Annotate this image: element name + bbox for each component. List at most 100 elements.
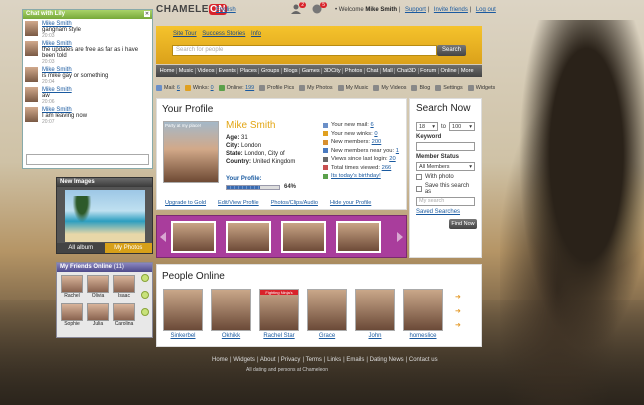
avatar[interactable] xyxy=(113,303,135,321)
age-from-select[interactable]: 18 ▾ xyxy=(416,122,438,131)
avatar[interactable] xyxy=(113,275,135,293)
site-tour-link[interactable]: Site Tour xyxy=(173,31,197,37)
nav-item-places[interactable]: Places xyxy=(238,68,260,74)
tab-my-photos[interactable]: My Photos xyxy=(104,243,152,253)
avatar[interactable] xyxy=(25,87,38,102)
saved-searches-link[interactable]: Saved Searches xyxy=(416,209,475,215)
avatar[interactable] xyxy=(61,303,83,321)
nav-item-online[interactable]: Online xyxy=(439,68,460,74)
new-winks-notice[interactable]: Your new winks: 0 xyxy=(323,130,403,139)
chat-messages[interactable]: Mike Smith gangnam style 20:03 Mike Smith t… xyxy=(23,19,152,152)
avatar[interactable] xyxy=(25,21,38,36)
nav-item-more[interactable]: More xyxy=(459,68,475,74)
my-videos-link[interactable]: My Videos xyxy=(373,85,406,91)
my-music-link[interactable]: My Music xyxy=(337,85,368,91)
friends-online-header[interactable]: My Friends Online (11) xyxy=(57,263,152,272)
avatar[interactable] xyxy=(307,289,347,331)
blog-link[interactable]: Blog xyxy=(411,85,430,91)
media-link[interactable]: Photos/Clips/Audio xyxy=(271,200,318,206)
nav-item-events[interactable]: Events xyxy=(217,68,239,74)
avatar[interactable] xyxy=(25,67,38,82)
avatar[interactable] xyxy=(61,275,83,293)
nav-item-chat3d[interactable]: Chat3D xyxy=(395,68,419,74)
featured-member-photo[interactable] xyxy=(171,220,216,253)
support-link[interactable]: Support xyxy=(405,7,426,13)
save-search-name-input[interactable]: My search xyxy=(416,197,475,206)
invite-link[interactable]: Invite friends xyxy=(434,7,468,13)
tab-all-album[interactable]: All album xyxy=(57,243,105,253)
footer-link[interactable]: Links xyxy=(327,357,341,363)
edit-profile-link[interactable]: Edit/View Profile xyxy=(218,200,259,206)
avatar[interactable] xyxy=(211,289,251,331)
featured-member-photo[interactable] xyxy=(226,220,271,253)
with-photo-checkbox[interactable]: With photo xyxy=(416,174,475,180)
new-members-notice[interactable]: New members: 200 xyxy=(323,138,403,147)
online-person[interactable]: Okhikk xyxy=(211,289,251,339)
friend-item[interactable]: Isaac xyxy=(113,275,135,300)
save-search-checkbox[interactable]: Save this search as xyxy=(416,183,475,195)
avatar[interactable] xyxy=(25,107,38,122)
success-stories-link[interactable]: Success Stories xyxy=(202,31,245,37)
avatar[interactable] xyxy=(25,41,38,56)
new-image-thumbnail[interactable] xyxy=(64,190,145,242)
avatar[interactable]: Fighting Ninja's xyxy=(259,289,299,331)
friend-item[interactable]: Olivia xyxy=(87,275,109,300)
nav-item-blogs[interactable]: Blogs xyxy=(282,68,301,74)
friend-requests-icon[interactable]: 2 xyxy=(290,2,306,16)
online-person[interactable]: homeslice xyxy=(403,289,443,339)
nav-item-photos[interactable]: Photos xyxy=(343,68,365,74)
member-status-select[interactable]: All Members ▾ xyxy=(416,162,475,171)
my-photos-link[interactable]: My Photos xyxy=(299,85,333,91)
footer-link[interactable]: Terms xyxy=(306,357,322,363)
members-near-notice[interactable]: New members near you: 1 xyxy=(323,147,403,156)
arrow-right-icon[interactable]: ➜ xyxy=(455,294,463,301)
nav-item-chat[interactable]: Chat xyxy=(365,68,381,74)
widgets-link[interactable]: Widgets xyxy=(467,85,495,91)
avatar[interactable] xyxy=(403,289,443,331)
footer-link[interactable]: Dating News xyxy=(370,357,404,363)
footer-link[interactable]: About xyxy=(260,357,276,363)
avatar[interactable] xyxy=(87,275,109,293)
search-button[interactable]: Search xyxy=(437,45,466,56)
keyword-input[interactable] xyxy=(416,142,475,151)
info-link[interactable]: Info xyxy=(251,31,261,37)
footer-link[interactable]: Emails xyxy=(346,357,364,363)
online-person[interactable]: John xyxy=(355,289,395,339)
online-person[interactable]: Grace xyxy=(307,289,347,339)
arrow-right-icon[interactable] xyxy=(397,232,403,242)
footer-link[interactable]: Contact us xyxy=(409,357,438,363)
arrow-right-icon[interactable]: ➜ xyxy=(455,308,463,315)
settings-link[interactable]: Settings xyxy=(435,85,463,91)
avatar[interactable] xyxy=(87,303,109,321)
new-images-title[interactable]: New Images xyxy=(57,178,152,187)
find-now-button[interactable]: Find Now xyxy=(449,219,477,229)
avatar[interactable] xyxy=(163,289,203,331)
chat-header[interactable]: Chat with Lily ✕ xyxy=(23,10,152,19)
username[interactable]: Mike Smith xyxy=(365,7,397,13)
footer-link[interactable]: Privacy xyxy=(281,357,301,363)
hide-profile-link[interactable]: Hide your Profile xyxy=(330,200,371,206)
nav-item-music[interactable]: Music xyxy=(177,68,196,74)
online-person[interactable]: Fighting Ninja's Rachel Star xyxy=(259,289,299,339)
arrow-right-icon[interactable]: ➜ xyxy=(455,322,463,329)
chat-input[interactable] xyxy=(26,154,149,165)
avatar[interactable] xyxy=(355,289,395,331)
age-to-select[interactable]: 100 ▾ xyxy=(449,122,476,131)
footer-link[interactable]: Home xyxy=(212,357,228,363)
nav-item-3dcity[interactable]: 3DCity xyxy=(322,68,344,74)
online-person[interactable]: Sinkerbel xyxy=(163,289,203,339)
views-since-login-notice[interactable]: Views since last login: 20 xyxy=(323,155,403,164)
new-mail-notice[interactable]: Your new mail: 6 xyxy=(323,121,403,130)
close-icon[interactable]: ✕ xyxy=(144,11,150,17)
nav-item-forum[interactable]: Forum xyxy=(419,68,439,74)
nav-item-videos[interactable]: Videos xyxy=(196,68,218,74)
friend-item[interactable]: Sophie xyxy=(61,303,83,328)
friend-item[interactable]: Carolina xyxy=(113,303,135,328)
nav-item-groups[interactable]: Groups xyxy=(259,68,282,74)
logout-link[interactable]: Log out xyxy=(476,7,496,13)
profile-photo[interactable]: Party at my place! xyxy=(163,121,219,183)
featured-member-photo[interactable] xyxy=(281,220,326,253)
nav-item-games[interactable]: Games xyxy=(300,68,323,74)
nav-item-mall[interactable]: Mall xyxy=(381,68,396,74)
online-stat[interactable]: Online: 199 xyxy=(218,85,254,91)
